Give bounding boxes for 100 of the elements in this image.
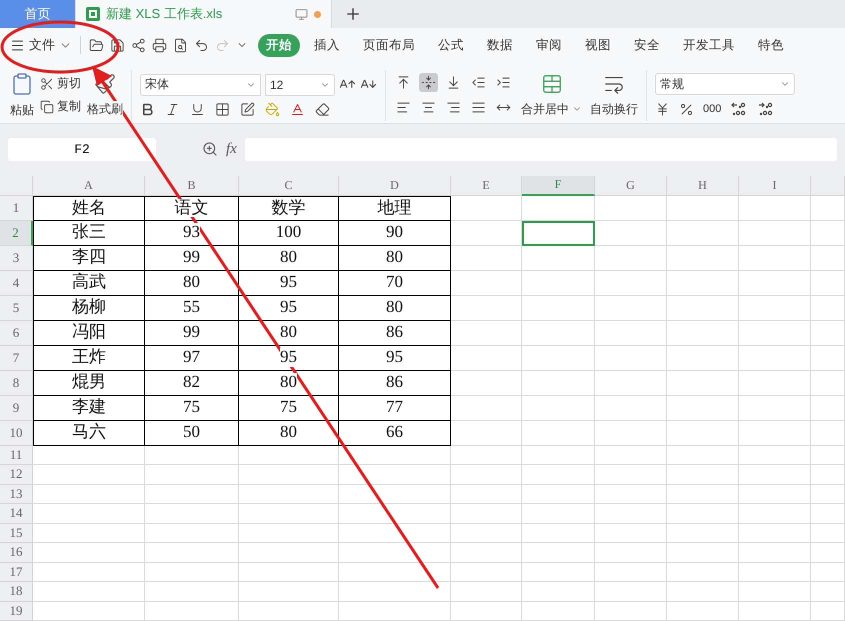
grid-cell[interactable]	[667, 246, 739, 270]
grid-cell[interactable]	[739, 465, 811, 484]
grid-cell[interactable]	[595, 370, 667, 396]
grid-cell[interactable]	[522, 196, 595, 220]
grid-cell[interactable]	[739, 246, 811, 270]
grid-cell[interactable]	[595, 562, 667, 582]
grid-cell[interactable]	[667, 582, 739, 602]
grid-cell[interactable]	[739, 396, 811, 420]
grid-cell[interactable]	[33, 543, 145, 562]
row-header[interactable]: 15	[0, 524, 33, 543]
grid-cell[interactable]	[811, 220, 845, 246]
ribbon-tab[interactable]: 页面布局	[355, 34, 423, 57]
grid-cell[interactable]	[339, 524, 451, 543]
grid-cell[interactable]	[522, 602, 595, 621]
selected-cell[interactable]	[522, 220, 595, 246]
grid-cell[interactable]	[811, 320, 845, 346]
paintbrush-icon[interactable]	[94, 72, 116, 95]
grid-cell[interactable]	[239, 602, 339, 621]
eraser-icon[interactable]	[315, 102, 330, 117]
grid-cell[interactable]	[451, 484, 522, 504]
grid-cell[interactable]	[239, 543, 339, 562]
grid-cell[interactable]	[811, 504, 845, 524]
grid-cell[interactable]	[451, 602, 522, 621]
cut-button[interactable]: 剪切	[40, 75, 81, 92]
merge-center-button[interactable]: 合并居中	[521, 100, 582, 118]
grid-cell[interactable]	[239, 562, 339, 582]
grid-cell[interactable]	[811, 396, 845, 420]
grid-cell[interactable]	[522, 582, 595, 602]
font-color-icon[interactable]	[290, 102, 305, 117]
number-format-dropdown[interactable]: 常规	[655, 73, 795, 96]
grid-cell[interactable]	[667, 562, 739, 582]
grid-cell[interactable]	[739, 562, 811, 582]
monitor-icon[interactable]	[295, 8, 308, 21]
grid-cell[interactable]	[451, 504, 522, 524]
ribbon-tab[interactable]: 开发工具	[675, 34, 743, 57]
grid-cell[interactable]	[739, 543, 811, 562]
grid-cell[interactable]	[811, 346, 845, 370]
grid-cell[interactable]	[339, 562, 451, 582]
grid-cell[interactable]	[239, 465, 339, 484]
grid-cell[interactable]	[595, 220, 667, 246]
ribbon-tab[interactable]: 插入	[306, 34, 348, 57]
grid-cell[interactable]	[451, 562, 522, 582]
grid-cell[interactable]	[451, 582, 522, 602]
row-header[interactable]: 16	[0, 543, 33, 562]
ribbon-tab[interactable]: 安全	[626, 34, 668, 57]
column-header[interactable]: E	[451, 176, 522, 196]
grid-cell[interactable]	[811, 296, 845, 320]
ribbon-tab[interactable]: 视图	[577, 34, 619, 57]
grid-cell[interactable]	[451, 465, 522, 484]
row-header[interactable]: 13	[0, 484, 33, 504]
grid-cell[interactable]	[811, 484, 845, 504]
ribbon-tab[interactable]: 开始	[258, 34, 300, 57]
grid-cell[interactable]	[739, 270, 811, 296]
row-header[interactable]: 10	[0, 420, 33, 446]
grid-cell[interactable]	[811, 562, 845, 582]
grid-cell[interactable]	[595, 346, 667, 370]
row-header[interactable]: 3	[0, 246, 33, 270]
column-header[interactable]: C	[239, 176, 339, 196]
file-menu[interactable]: 文件	[10, 36, 81, 54]
grid-cell[interactable]	[739, 346, 811, 370]
grid-cell[interactable]	[667, 543, 739, 562]
grid-cell[interactable]	[595, 484, 667, 504]
row-header[interactable]: 9	[0, 396, 33, 420]
grid-cell[interactable]	[145, 524, 239, 543]
grid-cell[interactable]	[33, 465, 145, 484]
grid-cell[interactable]	[33, 524, 145, 543]
grid-cell[interactable]	[811, 602, 845, 621]
percent-icon[interactable]	[679, 102, 694, 117]
grid-cell[interactable]	[339, 602, 451, 621]
name-box[interactable]: F2	[8, 138, 156, 160]
grid-cell[interactable]	[239, 524, 339, 543]
grid-cell[interactable]	[739, 504, 811, 524]
grid-cell[interactable]	[451, 370, 522, 396]
grid-cell[interactable]	[145, 504, 239, 524]
grid-cell[interactable]	[595, 246, 667, 270]
column-header[interactable]: H	[667, 176, 739, 196]
grid-cell[interactable]	[595, 602, 667, 621]
grid-cell[interactable]	[451, 420, 522, 446]
grid-cell[interactable]	[595, 296, 667, 320]
row-header[interactable]: 4	[0, 270, 33, 296]
borders-icon[interactable]	[215, 102, 230, 117]
underline-icon[interactable]	[190, 102, 205, 117]
align-middle-icon[interactable]	[419, 73, 438, 92]
grid-cell[interactable]	[667, 320, 739, 346]
bold-icon[interactable]	[140, 102, 155, 117]
column-header[interactable]	[811, 176, 845, 196]
grid-cell[interactable]	[239, 582, 339, 602]
grid-cell[interactable]	[522, 246, 595, 270]
grid-cell[interactable]	[522, 543, 595, 562]
font-name-dropdown[interactable]: 宋体	[140, 74, 261, 96]
grid-cell[interactable]	[33, 484, 145, 504]
grid-cell[interactable]	[667, 484, 739, 504]
grid-cell[interactable]	[239, 504, 339, 524]
grid-cell[interactable]	[739, 446, 811, 465]
column-header[interactable]: D	[339, 176, 451, 196]
grid-cell[interactable]	[522, 524, 595, 543]
grid-cell[interactable]	[339, 543, 451, 562]
grid-cell[interactable]	[522, 320, 595, 346]
grid-cell[interactable]	[451, 524, 522, 543]
undo-icon[interactable]	[194, 38, 209, 53]
